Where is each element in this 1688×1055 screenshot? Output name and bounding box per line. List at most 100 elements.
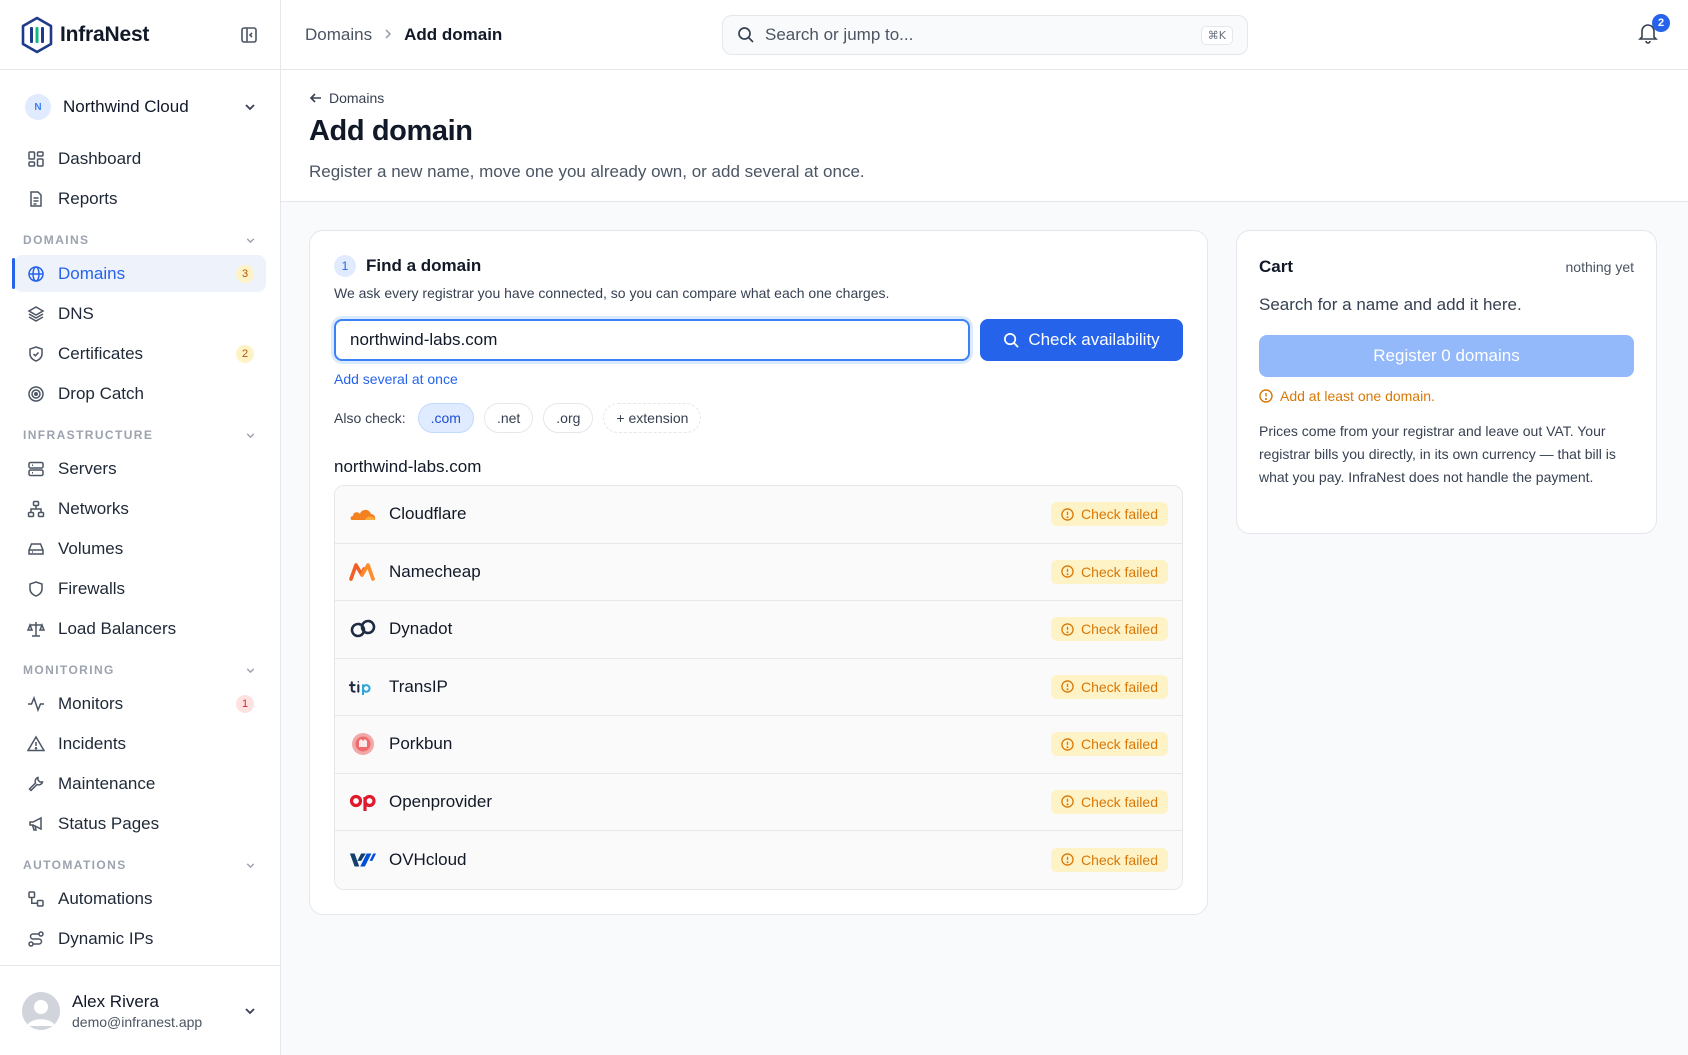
- sidebar-item-reports[interactable]: Reports: [14, 180, 266, 217]
- status-label: Check failed: [1080, 563, 1158, 580]
- sidebar: InfraNest N Northwind Cloud Dashboard Re…: [0, 0, 281, 1055]
- back-label: Domains: [329, 90, 385, 106]
- cart-card: Cart nothing yet Search for a name and a…: [1236, 230, 1657, 534]
- sidebar-item-label: Certificates: [58, 343, 144, 363]
- main: Domains Add domain Search or jump to... …: [281, 0, 1688, 1055]
- sidebar-item-label: Volumes: [58, 538, 124, 558]
- topbar: Domains Add domain Search or jump to... …: [281, 0, 1688, 70]
- step-title: Find a domain: [366, 256, 482, 275]
- sidebar-collapse-icon: [241, 26, 257, 43]
- sidebar-nav: Dashboard Reports DOMAINS Domains 3 DNS: [0, 140, 280, 965]
- registrar-row[interactable]: TransIP Check failed: [335, 658, 1182, 716]
- sidebar-item-firewalls[interactable]: Firewalls: [14, 570, 266, 607]
- section-infrastructure[interactable]: INFRASTRUCTURE: [14, 420, 266, 450]
- extension-chip-org[interactable]: .org: [543, 403, 594, 433]
- collapse-sidebar-button[interactable]: [238, 24, 260, 46]
- sidebar-item-label: Drop Catch: [58, 383, 144, 403]
- section-automations[interactable]: AUTOMATIONS: [14, 850, 266, 880]
- sidebar-item-dns[interactable]: DNS: [14, 295, 266, 332]
- shield-icon: [26, 579, 46, 599]
- sidebar-item-networks[interactable]: Networks: [14, 490, 266, 527]
- sidebar-item-label: Maintenance: [58, 773, 156, 793]
- alert-circle-icon: [1061, 623, 1074, 636]
- registrar-row[interactable]: Porkbun Check failed: [335, 716, 1182, 774]
- extension-chip-net[interactable]: .net: [483, 403, 534, 433]
- sidebar-item-load-balancers[interactable]: Load Balancers: [14, 610, 266, 647]
- sidebar-item-label: Reports: [58, 188, 118, 208]
- step-description: We ask every registrar you have connecte…: [334, 285, 890, 301]
- sidebar-item-incidents[interactable]: Incidents: [14, 725, 266, 762]
- registrar-name: TransIP: [389, 676, 448, 696]
- org-avatar: N: [25, 94, 51, 120]
- status-badge: Check failed: [1050, 674, 1168, 699]
- alert-circle-icon: [1259, 389, 1273, 403]
- sidebar-item-label: DNS: [58, 303, 94, 323]
- domain-search-input[interactable]: [334, 319, 970, 361]
- sidebar-item-status-pages[interactable]: Status Pages: [14, 805, 266, 842]
- hard-drive-icon: [26, 539, 46, 559]
- breadcrumb-domains[interactable]: Domains: [305, 25, 372, 45]
- check-availability-button[interactable]: Check availability: [980, 319, 1183, 361]
- brand: InfraNest: [0, 0, 280, 70]
- registrar-name: Namecheap: [389, 561, 481, 581]
- cart-pricing-note: Prices come from your registrar and leav…: [1259, 423, 1616, 485]
- add-several-link[interactable]: Add several at once: [334, 371, 458, 387]
- cart-header: Cart nothing yet: [1259, 257, 1634, 277]
- section-domains[interactable]: DOMAINS: [14, 225, 266, 255]
- registrar-row[interactable]: Openprovider Check failed: [335, 773, 1182, 831]
- back-link[interactable]: Domains: [309, 90, 1660, 106]
- registrar-row[interactable]: Cloudflare Check failed: [335, 486, 1182, 544]
- sidebar-item-maintenance[interactable]: Maintenance: [14, 765, 266, 802]
- sidebar-item-label: Domains: [58, 263, 126, 283]
- org-switcher[interactable]: N Northwind Cloud: [0, 74, 280, 140]
- sidebar-item-label: Monitors: [58, 693, 124, 713]
- search-icon: [738, 27, 754, 43]
- registrar-name: Dynadot: [389, 619, 453, 639]
- sidebar-item-label: Automations: [58, 888, 153, 908]
- sidebar-item-dynamic-ips[interactable]: Dynamic IPs: [14, 920, 266, 957]
- transip-logo-icon: [349, 673, 377, 701]
- register-domains-button[interactable]: Register 0 domains: [1259, 335, 1634, 377]
- search-shortcut: ⌘K: [1200, 25, 1233, 45]
- sidebar-item-volumes[interactable]: Volumes: [14, 530, 266, 567]
- notification-count: 2: [1652, 14, 1670, 32]
- shield-check-icon: [26, 344, 46, 364]
- add-extension-chip[interactable]: + extension: [603, 403, 702, 433]
- sidebar-item-servers[interactable]: Servers: [14, 450, 266, 487]
- search-icon: [1004, 332, 1020, 348]
- brand-name: InfraNest: [60, 22, 150, 46]
- section-monitoring[interactable]: MONITORING: [14, 655, 266, 685]
- ovhcloud-logo-icon: [349, 846, 377, 874]
- step-number: 1: [334, 255, 356, 277]
- user-menu[interactable]: Alex Rivera demo@infranest.app: [0, 965, 280, 1055]
- sidebar-item-automations[interactable]: Automations: [14, 880, 266, 917]
- layers-icon: [26, 304, 46, 324]
- user-name: Alex Rivera: [72, 991, 159, 1011]
- sidebar-item-dashboard[interactable]: Dashboard: [14, 140, 266, 177]
- notifications-button[interactable]: 2: [1638, 14, 1670, 46]
- section-title: AUTOMATIONS: [23, 858, 127, 872]
- page-subtitle: Register a new name, move one you alread…: [309, 162, 865, 181]
- wrench-icon: [26, 774, 46, 794]
- openprovider-logo-icon: [349, 788, 377, 816]
- chevron-down-icon: [245, 104, 255, 111]
- sidebar-item-certificates[interactable]: Certificates 2: [14, 335, 266, 372]
- alert-circle-icon: [1061, 565, 1074, 578]
- sidebar-item-drop-catch[interactable]: Drop Catch: [14, 375, 266, 412]
- status-label: Check failed: [1080, 736, 1158, 753]
- sidebar-item-label: Load Balancers: [58, 618, 177, 638]
- registrar-row[interactable]: OVHcloud Check failed: [335, 831, 1182, 889]
- extension-chip-com[interactable]: .com: [417, 403, 474, 433]
- scale-icon: [26, 619, 46, 639]
- result-domain: northwind-labs.com: [334, 457, 482, 476]
- sidebar-item-monitors[interactable]: Monitors 1: [14, 685, 266, 722]
- registrar-row[interactable]: Dynadot Check failed: [335, 601, 1182, 659]
- status-badge: Check failed: [1050, 502, 1168, 527]
- count-badge: 2: [236, 344, 254, 363]
- search-input[interactable]: Search or jump to... ⌘K: [722, 15, 1248, 55]
- extension-chips: Also check: .com .net .org + extension: [334, 403, 1183, 433]
- sidebar-item-domains[interactable]: Domains 3: [12, 255, 266, 292]
- sidebar-item-label: Status Pages: [58, 813, 160, 833]
- registrar-row[interactable]: Namecheap Check failed: [335, 543, 1182, 601]
- alert-triangle-icon: [26, 734, 46, 754]
